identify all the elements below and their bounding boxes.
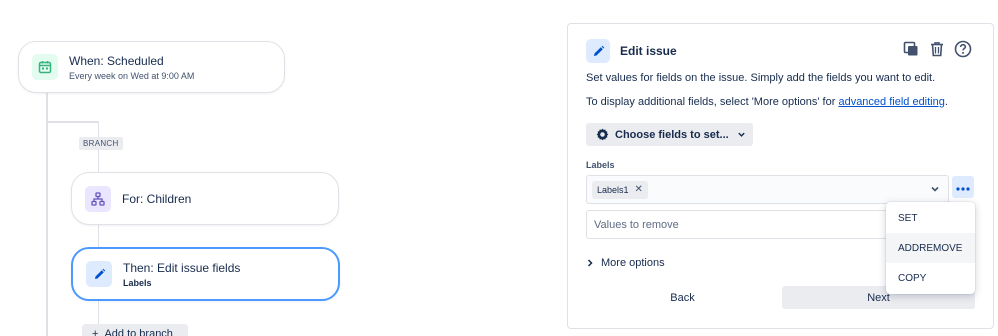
menu-item-set[interactable]: SET	[886, 203, 975, 233]
help-icon[interactable]	[953, 39, 973, 59]
menu-item-addremove[interactable]: ADDREMOVE	[886, 233, 975, 263]
plus-icon: +	[92, 328, 99, 336]
advanced-field-editing-link[interactable]: advanced field editing	[838, 96, 944, 108]
add-to-branch-label: Add to branch	[104, 328, 173, 336]
more-options-label: More options	[601, 257, 665, 269]
gear-icon	[596, 128, 609, 141]
panel-title: Edit issue	[620, 44, 677, 58]
trigger-title: When: Scheduled	[69, 53, 164, 68]
action-node-title: Then: Edit issue fields	[123, 260, 241, 275]
more-options-toggle[interactable]: More options	[586, 257, 665, 269]
remove-chip-icon[interactable]: ✕	[635, 184, 643, 195]
choose-fields-button[interactable]: Choose fields to set...	[586, 123, 753, 146]
pencil-icon	[86, 261, 112, 287]
description-prefix: To display additional fields, select 'Mo…	[586, 96, 839, 108]
menu-item-copy[interactable]: COPY	[886, 263, 975, 293]
trigger-text: When: Scheduled Every week on Wed at 9:0…	[69, 54, 194, 81]
labels-select[interactable]: Labels1 ✕	[586, 175, 949, 204]
operation-menu: SET ADDREMOVE COPY	[886, 202, 975, 294]
panel-description: Set values for fields on the issue. Simp…	[586, 72, 936, 84]
more-actions-button[interactable]	[952, 176, 974, 198]
chevron-right-icon	[586, 259, 594, 267]
chevron-down-icon	[737, 130, 746, 139]
add-to-branch-button[interactable]: + Add to branch	[82, 324, 188, 336]
action-node-text: Then: Edit issue fields Labels	[123, 261, 240, 288]
connector-branch-down	[98, 121, 99, 336]
connector-main	[46, 92, 48, 336]
trigger-node[interactable]: When: Scheduled Every week on Wed at 9:0…	[18, 41, 285, 93]
labels-field-label: Labels	[586, 160, 615, 170]
trigger-subtitle: Every week on Wed at 9:00 AM	[69, 70, 195, 81]
values-to-remove-placeholder: Values to remove	[594, 218, 679, 231]
calendar-icon	[32, 54, 58, 80]
branch-node-title: For: Children	[122, 191, 192, 206]
connector-branch	[46, 121, 99, 123]
action-node-subtitle: Labels	[123, 277, 152, 288]
automation-rule-editor: When: Scheduled Every week on Wed at 9:0…	[0, 0, 998, 336]
label-chip: Labels1 ✕	[592, 180, 648, 199]
choose-fields-label: Choose fields to set...	[615, 128, 729, 141]
pencil-icon	[586, 39, 610, 63]
copy-icon[interactable]	[901, 39, 921, 59]
branch-tag: BRANCH	[79, 137, 123, 150]
hierarchy-icon	[85, 185, 111, 212]
more-horizontal-icon	[956, 178, 970, 196]
back-button[interactable]: Back	[586, 286, 779, 309]
branch-node[interactable]: For: Children	[71, 172, 339, 225]
label-chip-text: Labels1	[597, 184, 629, 195]
chevron-down-icon[interactable]	[930, 184, 940, 194]
panel-toolbar	[901, 39, 973, 59]
description-suffix: .	[944, 96, 948, 108]
panel-description-2: To display additional fields, select 'Mo…	[586, 96, 948, 108]
action-node[interactable]: Then: Edit issue fields Labels	[71, 247, 340, 301]
panel-header: Edit issue	[586, 39, 677, 63]
values-to-remove-input[interactable]: Values to remove	[586, 210, 926, 239]
trash-icon[interactable]	[927, 39, 947, 59]
